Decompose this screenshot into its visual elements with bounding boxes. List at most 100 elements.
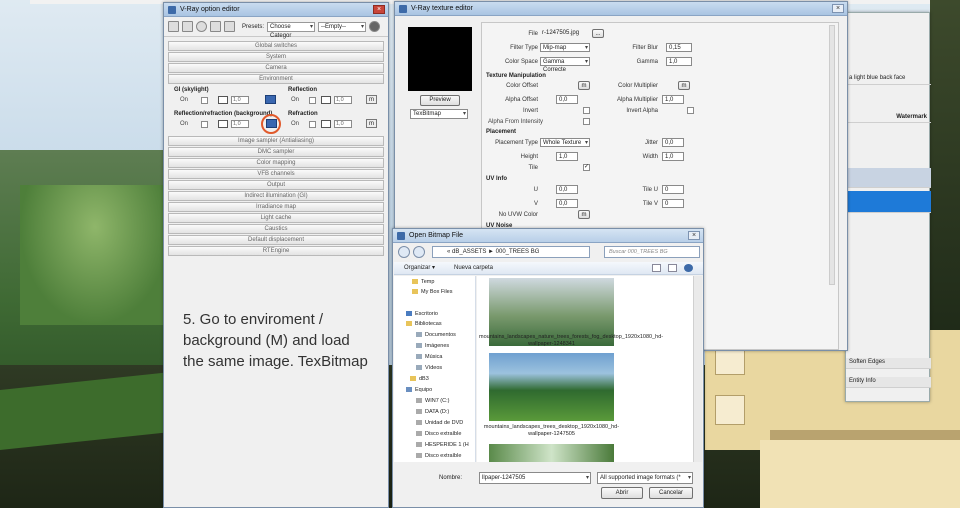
save-icon[interactable] — [168, 21, 179, 32]
texture-type-select[interactable]: TexBitmap — [410, 109, 468, 119]
nav-equipo[interactable]: Equipo — [406, 387, 432, 393]
scrollbar[interactable] — [829, 25, 835, 285]
nav-temp[interactable]: Temp — [412, 279, 434, 285]
help-icon[interactable] — [369, 21, 381, 32]
filter-blur-input[interactable]: 0,15 — [666, 43, 692, 52]
reflection-color-swatch[interactable] — [321, 96, 331, 104]
color-multiplier-map-button[interactable]: m — [678, 81, 690, 90]
refraction-on-checkbox[interactable] — [309, 121, 316, 128]
export-icon[interactable] — [224, 21, 235, 32]
nav-drive-c[interactable]: WIN7 (C:) — [416, 398, 449, 404]
open-button[interactable]: Abrir — [601, 487, 643, 499]
file-name[interactable]: mountains_landscapes_trees_desktop_1920x… — [479, 424, 624, 438]
option-editor-titlebar[interactable]: V-Ray option editor × — [164, 3, 388, 17]
close-button[interactable]: × — [373, 5, 385, 14]
nav-bibliotecas[interactable]: Bibliotecas — [406, 321, 442, 327]
jitter-input[interactable]: 0,0 — [662, 138, 684, 147]
rollout-system[interactable]: System — [168, 52, 384, 62]
rollout-global-switches[interactable]: Global switches — [168, 41, 384, 51]
help-icon[interactable] — [684, 264, 693, 272]
refraction-map-button[interactable]: m — [366, 119, 377, 128]
view-icon[interactable] — [652, 264, 661, 272]
gi-on-checkbox[interactable] — [201, 97, 208, 104]
nav-hesperide[interactable]: HESPERIDE 1 (H — [416, 442, 469, 448]
rollout-irradiance-map[interactable]: Irradiance map — [168, 202, 384, 212]
tile-u-input[interactable]: 0 — [662, 185, 684, 194]
background-multiplier[interactable]: 1,0 — [231, 120, 249, 128]
rollout-image-sampler[interactable]: Image sampler (Antialiasing) — [168, 136, 384, 146]
new-folder-button[interactable]: Nueva carpeta — [454, 262, 493, 274]
invert-alpha-checkbox[interactable] — [687, 107, 694, 114]
rollout-dmc-sampler[interactable]: DMC sampler — [168, 147, 384, 157]
nav-removable-2[interactable]: Disco extraíble — [416, 453, 461, 459]
address-bar[interactable]: « dB_ASSETS ► 000_TREES BG — [432, 246, 590, 258]
rollout-default-displacement[interactable]: Default displacement — [168, 235, 384, 245]
reflection-multiplier[interactable]: 1,0 — [334, 96, 352, 104]
presets-category-select[interactable]: Choose Categor — [267, 21, 316, 39]
cancel-button[interactable]: Cancelar — [649, 487, 693, 499]
preview-button[interactable]: Preview — [420, 95, 460, 106]
refraction-multiplier[interactable]: 1,0 — [334, 120, 352, 128]
open-dialog-titlebar[interactable]: Open Bitmap File × — [393, 229, 703, 243]
reflection-map-button[interactable]: m — [366, 95, 377, 104]
v-input[interactable]: 0,0 — [556, 199, 578, 208]
reflection-on-checkbox[interactable] — [309, 97, 316, 104]
background-color-swatch[interactable] — [218, 120, 228, 128]
texture-editor-titlebar[interactable]: V-Ray texture editor × — [395, 2, 847, 16]
nav-removable-1[interactable]: Disco extraíble — [416, 431, 461, 437]
height-input[interactable]: 1,0 — [556, 152, 578, 161]
file-name[interactable]: mountains_landscapes_nature_trees_forest… — [479, 334, 663, 348]
tile-v-input[interactable]: 0 — [662, 199, 684, 208]
nav-escritorio[interactable]: Escritorio — [406, 311, 438, 317]
color-space-select[interactable]: Gamma Correcte — [540, 57, 590, 73]
background-on-checkbox[interactable] — [201, 121, 208, 128]
alpha-offset-input[interactable]: 0,0 — [556, 95, 578, 104]
preview-pane-icon[interactable] — [668, 264, 677, 272]
reset-icon[interactable] — [196, 21, 207, 32]
refraction-color-swatch[interactable] — [321, 120, 331, 128]
forward-icon[interactable] — [413, 246, 425, 258]
alpha-from-intensity-checkbox[interactable] — [583, 118, 590, 125]
file-thumbnail[interactable] — [489, 444, 614, 462]
nav-db3[interactable]: dB3 — [410, 376, 429, 382]
nav-musica[interactable]: Música — [416, 354, 442, 360]
nav-box-files[interactable]: My Box Files — [412, 289, 452, 295]
no-uvw-map-button[interactable]: m — [578, 210, 590, 219]
browse-file-button[interactable]: ... — [592, 29, 604, 38]
nav-videos[interactable]: Vídeos — [416, 365, 442, 371]
presets-select[interactable]: --Empty-- — [318, 21, 367, 32]
nav-documentos[interactable]: Documentos — [416, 332, 456, 338]
file-list-scrollbar[interactable] — [693, 276, 702, 462]
rollout-output[interactable]: Output — [168, 180, 384, 190]
alpha-multiplier-input[interactable]: 1,0 — [662, 95, 684, 104]
rollout-color-mapping[interactable]: Color mapping — [168, 158, 384, 168]
search-input[interactable]: Buscar 000_TREES BG — [604, 246, 700, 258]
rollout-camera[interactable]: Camera — [168, 63, 384, 73]
filename-input[interactable]: llpaper-1247505 — [479, 472, 591, 484]
breadcrumb-overflow[interactable]: « — [447, 249, 450, 255]
nav-dvd[interactable]: Unidad de DVD — [416, 420, 463, 426]
width-input[interactable]: 1,0 — [662, 152, 684, 161]
back-icon[interactable] — [398, 246, 410, 258]
gi-map-button[interactable] — [265, 95, 276, 104]
nav-imagenes[interactable]: Imágenes — [416, 343, 449, 349]
rollout-vfb-channels[interactable]: VFB channels — [168, 169, 384, 179]
rollout-indirect-illumination[interactable]: Indirect illumination (GI) — [168, 191, 384, 201]
import-icon[interactable] — [210, 21, 221, 32]
tile-checkbox[interactable]: ✓ — [583, 164, 590, 171]
placement-type-select[interactable]: Whole Texture — [540, 138, 590, 147]
breadcrumb-db-assets[interactable]: dB_ASSETS — [452, 249, 486, 255]
panel-row[interactable] — [846, 168, 931, 188]
open-icon[interactable] — [182, 21, 193, 32]
close-button[interactable]: × — [688, 231, 700, 240]
soften-edges-header[interactable]: Soften Edges — [846, 358, 931, 369]
gamma-input[interactable]: 1,0 — [666, 57, 692, 66]
gi-color-swatch[interactable] — [218, 96, 228, 104]
file-thumbnail-selected[interactable] — [489, 353, 614, 421]
color-offset-map-button[interactable]: m — [578, 81, 590, 90]
nav-drive-d[interactable]: DATA (D:) — [416, 409, 449, 415]
rollout-environment[interactable]: Environment — [168, 74, 384, 84]
file-type-select[interactable]: All supported image formats (* — [597, 472, 693, 484]
rollout-caustics[interactable]: Caustics — [168, 224, 384, 234]
gi-multiplier[interactable]: 1,0 — [231, 96, 249, 104]
